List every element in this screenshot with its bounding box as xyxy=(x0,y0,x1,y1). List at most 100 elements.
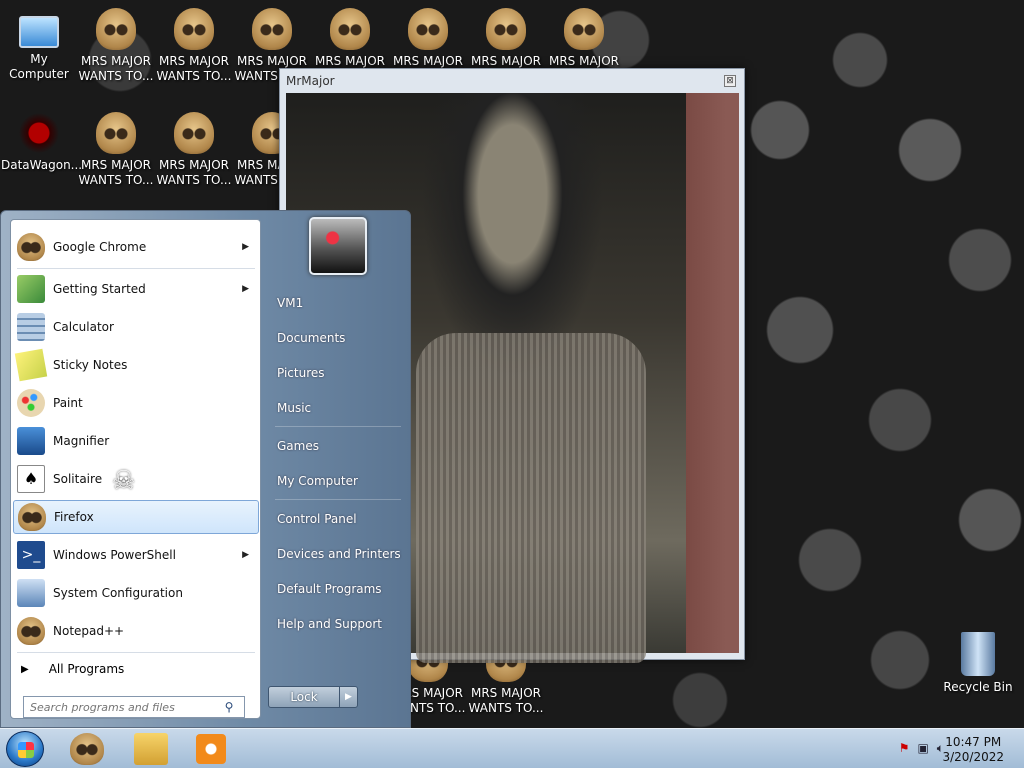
desktop-icon-label: My Computer xyxy=(9,52,69,81)
program-paint[interactable]: Paint xyxy=(13,386,259,420)
program-notepad-plus-plus[interactable]: Notepad++ xyxy=(13,614,259,648)
desktop-icon-label: Recycle Bin xyxy=(943,680,1013,694)
program-label: Calculator xyxy=(53,320,114,334)
datawagon-icon xyxy=(19,112,59,154)
skull-icon xyxy=(252,8,292,50)
clock[interactable]: 10:47 PM 3/20/2022 xyxy=(942,735,1004,765)
divider xyxy=(17,652,255,653)
program-google-chrome[interactable]: Google Chrome ▶ xyxy=(13,230,259,264)
start-menu: Google Chrome ▶ Getting Started ▶ Calcul… xyxy=(0,210,411,728)
desktop-icon-mrs-major[interactable]: MRS MAJOR WANTS TO... xyxy=(78,112,154,188)
skull-icon xyxy=(174,8,214,50)
divider xyxy=(17,268,255,269)
paint-palette-icon xyxy=(17,389,45,417)
computer-icon xyxy=(19,16,59,48)
start-item-pictures[interactable]: Pictures xyxy=(269,359,405,387)
skull-icon xyxy=(174,112,214,154)
close-button[interactable]: ⊠ xyxy=(724,75,736,87)
start-item-help-and-support[interactable]: Help and Support xyxy=(269,610,405,638)
divider xyxy=(275,499,401,500)
system-configuration-icon xyxy=(17,579,45,607)
search-icon[interactable]: ⚲ xyxy=(220,700,238,714)
start-item-default-programs[interactable]: Default Programs xyxy=(269,575,405,603)
desktop-icon-recycle-bin[interactable]: Recycle Bin xyxy=(940,632,1016,694)
program-solitaire[interactable]: ♠ Solitaire xyxy=(13,462,259,496)
program-label: Paint xyxy=(53,396,83,410)
start-item-documents[interactable]: Documents xyxy=(269,324,405,352)
doll-dress-decoration xyxy=(416,333,646,663)
all-programs-label: All Programs xyxy=(48,662,125,676)
clock-time: 10:47 PM xyxy=(945,735,1002,749)
skull-icon xyxy=(96,8,136,50)
start-menu-right-pane: VM1 Documents Pictures Music Games My Co… xyxy=(263,211,411,729)
desktop-icon-mrs-major[interactable]: MRS MAJOR WANTS TO... xyxy=(156,8,232,84)
program-label: Notepad++ xyxy=(53,624,125,638)
chevron-right-icon[interactable]: ▶ xyxy=(242,550,249,560)
program-label: Google Chrome xyxy=(53,240,147,254)
program-sticky-notes[interactable]: Sticky Notes xyxy=(13,348,259,382)
taskbar: ⚑ ▣ 🔈︎ 10:47 PM 3/20/2022 xyxy=(0,728,1024,768)
desktop-icon-label: DataWagon... xyxy=(1,158,83,172)
desktop-icon-label: MRS MAJOR WANTS TO... xyxy=(156,54,232,83)
start-menu-programs-pane: Google Chrome ▶ Getting Started ▶ Calcul… xyxy=(10,219,261,719)
windows-logo-icon xyxy=(18,742,34,758)
skull-icon xyxy=(486,8,526,50)
action-center-flag-icon[interactable]: ⚑ xyxy=(899,741,910,756)
skull-icon xyxy=(96,112,136,154)
desktop-icon-label: MRS MAJOR WANTS TO... xyxy=(78,54,154,83)
sticky-notes-icon xyxy=(14,348,48,382)
lock-button-group: Lock ▶ xyxy=(268,686,358,708)
program-getting-started[interactable]: Getting Started ▶ xyxy=(13,272,259,306)
calculator-icon xyxy=(17,313,45,341)
start-item-my-computer[interactable]: My Computer xyxy=(269,467,405,495)
desktop-icon-my-computer[interactable]: My Computer xyxy=(1,10,77,82)
start-button[interactable] xyxy=(6,731,44,767)
program-windows-powershell[interactable]: >_ Windows PowerShell ▶ xyxy=(13,538,259,572)
all-programs-button[interactable]: ▶ All Programs xyxy=(13,656,259,682)
start-item-games[interactable]: Games xyxy=(269,432,405,460)
program-firefox[interactable]: Firefox xyxy=(13,500,259,534)
lock-button[interactable]: Lock xyxy=(269,687,339,707)
power-options-arrow-icon[interactable]: ▶ xyxy=(339,687,357,707)
program-label: Magnifier xyxy=(53,434,110,448)
user-avatar[interactable] xyxy=(309,217,367,275)
search-input[interactable] xyxy=(24,698,220,716)
start-item-music[interactable]: Music xyxy=(269,394,405,422)
notepad-plus-plus-icon xyxy=(17,617,45,645)
program-system-configuration[interactable]: System Configuration xyxy=(13,576,259,610)
clock-date: 3/20/2022 xyxy=(942,750,1004,764)
start-item-control-panel[interactable]: Control Panel xyxy=(269,505,405,533)
recycle-bin-icon xyxy=(961,632,995,676)
desktop-icon-label: MRS MAJOR WANTS TO... xyxy=(468,686,544,715)
program-label: Getting Started xyxy=(53,282,146,296)
chevron-right-icon[interactable]: ▶ xyxy=(242,242,249,252)
chevron-right-icon[interactable]: ▶ xyxy=(242,284,249,294)
chrome-icon xyxy=(17,233,45,261)
system-tray: ⚑ ▣ 🔈︎ xyxy=(899,741,944,756)
firefox-icon xyxy=(18,503,46,531)
program-label: Sticky Notes xyxy=(53,358,128,372)
start-item-devices-and-printers[interactable]: Devices and Printers xyxy=(269,540,405,568)
cards-icon: ♠ xyxy=(17,465,45,493)
program-magnifier[interactable]: Magnifier xyxy=(13,424,259,458)
program-calculator[interactable]: Calculator xyxy=(13,310,259,344)
network-icon[interactable]: ▣ xyxy=(917,741,928,756)
divider xyxy=(275,426,401,427)
desktop-icon-mrs-major[interactable]: MRS MAJOR WANTS TO... xyxy=(78,8,154,84)
start-item-vm1[interactable]: VM1 xyxy=(269,289,405,317)
taskbar-pinned-browser[interactable] xyxy=(70,733,104,765)
skull-icon xyxy=(330,8,370,50)
program-label: System Configuration xyxy=(53,586,183,600)
desktop-icon-datawagon[interactable]: DataWagon... xyxy=(1,112,83,173)
folder-icon[interactable] xyxy=(134,733,168,765)
skull-icon xyxy=(564,8,604,50)
triangle-right-icon: ▶ xyxy=(21,663,29,675)
powershell-icon: >_ xyxy=(17,541,45,569)
desktop-icon-mrs-major[interactable]: MRS MAJOR WANTS TO... xyxy=(156,112,232,188)
magnifier-icon xyxy=(17,427,45,455)
getting-started-icon xyxy=(17,275,45,303)
media-player-icon[interactable] xyxy=(196,734,226,764)
search-box[interactable]: ⚲ xyxy=(23,696,245,718)
program-label: Solitaire xyxy=(53,472,103,486)
program-label: Windows PowerShell xyxy=(53,548,176,562)
